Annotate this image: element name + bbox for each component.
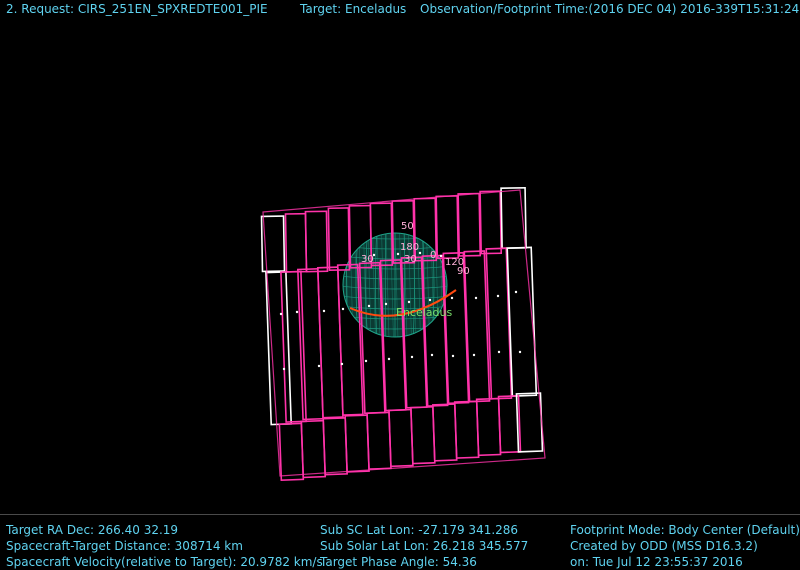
footprint-point [364,359,368,363]
grid-label: 50 [401,221,414,232]
footprint-point [340,362,344,366]
footprint-frame-bottom [410,406,436,465]
footprint-point [279,312,283,316]
grid-label: 180 [400,242,419,253]
footprint-point [430,353,434,357]
spacecraft-velocity: Spacecraft Velocity(relative to Target):… [6,555,323,569]
sub-sc-lat-lon: Sub SC Lat Lon: -27.179 341.286 [320,523,519,537]
footprint-point [518,350,522,354]
footprint-point [282,367,286,371]
footprint-point [295,310,299,314]
info-column-2: Sub SC Lat Lon: -27.179 341.286 Sub Sola… [320,522,528,570]
grid-label: 30 [361,254,374,265]
panel-divider [0,514,800,515]
footprint-point [396,252,400,256]
enceladus-label: Enceladus [396,306,452,319]
footprint-mode: Footprint Mode: Body Center (Default) [570,523,800,537]
longitude-line [449,225,454,345]
footprint-point [407,300,411,304]
footprint-frame-bottom [344,414,370,473]
footprint-frame-top [284,212,308,273]
footprint-point [450,296,454,300]
footprint-point [472,353,476,357]
info-column-1: Target RA Dec: 266.40 32.19 Spacecraft-T… [6,522,323,570]
footprint-point [322,309,326,313]
footprint-plot: Enceladus 5030 30 090180120 [260,186,546,481]
footprint-frame-bottom [322,417,348,476]
footprint-point [317,364,321,368]
grid-label: 30 [404,254,417,265]
footprint-frame-bottom [366,411,392,470]
footprint-frame-bottom [475,397,502,457]
footprint-frame-middle [265,271,293,426]
created-on: on: Tue Jul 12 23:55:37 2016 [570,555,743,569]
footprint-point [514,290,518,294]
footprint-frame-top [479,190,503,255]
target-ra-dec: Target RA Dec: 266.40 32.19 [6,523,179,537]
footprint-point [384,302,388,306]
footprint-frame-bottom [388,408,414,468]
footprint-frame-bottom [278,422,305,481]
target-phase-angle: Target Phase Angle: 54.36 [320,555,477,569]
info-column-3: Footprint Mode: Body Center (Default) Cr… [570,522,800,570]
footprint-frame-top [457,192,482,257]
footprint-frame-bottom [453,400,480,459]
odd-footprint-viewer: 2. Request: CIRS_251EN_SPXREDTE001_PIE T… [0,0,800,570]
footprint-point [428,298,432,302]
grid-label: 0 [430,250,436,261]
footprint-point [367,304,371,308]
footprint-point [496,294,500,298]
footprint-point [341,307,345,311]
footprint-frame-bottom [431,403,458,462]
footprint-point [451,354,455,358]
footprint-frame-top [435,195,460,260]
footprint-point [387,357,391,361]
spacecraft-target-distance: Spacecraft-Target Distance: 308714 km [6,539,243,553]
footprint-point [474,296,478,300]
created-by: Created by ODD (MSS D16.3.2) [570,539,758,553]
footprint-frame-bottom [300,419,327,479]
footprint-point [418,251,422,255]
grid-label: 120 [445,257,464,268]
mesh-line [449,230,452,340]
footprint-point [497,350,501,354]
footprint-point [410,355,414,359]
sub-solar-lat-lon: Sub Solar Lat Lon: 26.218 345.577 [320,539,529,553]
footprint-point [439,254,443,258]
footprint-frame-top [304,210,329,273]
footprint-frame-top [327,207,351,272]
